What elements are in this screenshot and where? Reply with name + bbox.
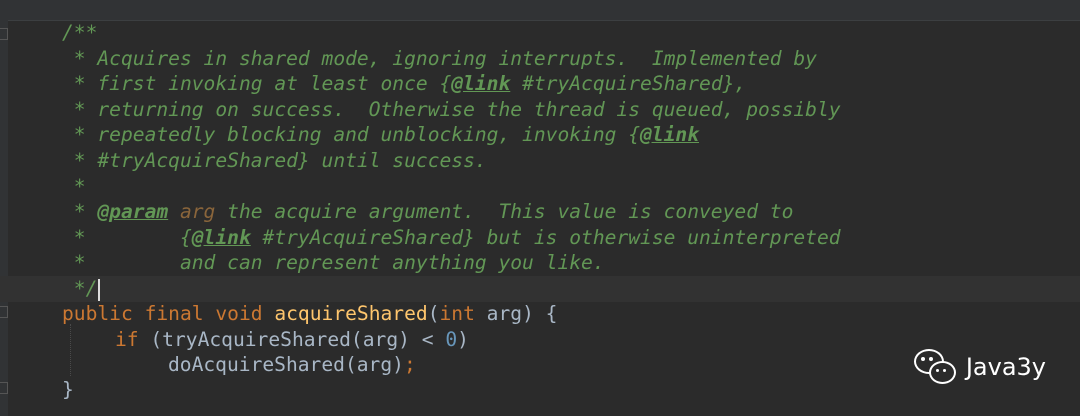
code-text: arg) { [474,302,558,325]
code-text: (tryAcquireShared(arg) < [138,328,446,351]
javadoc-tag: @link [191,226,251,249]
doc-text: * Acquires in shared mode, ignoring inte… [62,47,817,70]
keyword: final [144,302,204,325]
doc-text: * and can represent anything you like. [62,251,605,274]
code-text: ) [457,328,469,351]
doc-text: /** [62,21,98,44]
method-name: acquireShared [274,302,428,325]
code-text: ( [427,302,440,325]
semicolon: ; [403,353,416,376]
code-line: * repeatedly blocking and unblocking, in… [62,122,699,148]
code-line: /** [62,20,97,46]
keyword: int [439,302,475,325]
doc-text: */ [62,277,98,300]
doc-text: * [62,175,86,198]
code-text: } [62,378,74,401]
doc-text: * { [62,226,192,249]
code-line: * [62,174,86,200]
code-line: * {@link #tryAcquireShared} but is other… [62,225,841,251]
javadoc-tag: @link [451,72,511,95]
keyword: if [115,328,139,351]
fold-marker-icon[interactable] [0,382,8,394]
code-line: * #tryAcquireShared} until success. [62,148,487,174]
code-line: public final void acquireShared(int arg)… [62,301,557,327]
doc-text: #tryAcquireShared}, [510,72,747,95]
watermark: Java3y [913,347,1046,387]
code-line: if (tryAcquireShared(arg) < 0) [115,327,469,353]
fold-marker-icon[interactable] [0,28,8,40]
code-line: } [62,377,74,403]
doc-text: #tryAcquireShared} but is otherwise unin… [250,226,841,249]
keyword: public [62,302,133,325]
javadoc-tag: @param [97,200,169,223]
doc-text: * [62,200,98,223]
javadoc-tag: @link [640,123,700,146]
code-line: doAcquireShared(arg); [168,352,416,378]
param-name: arg [168,200,216,223]
fold-marker-icon[interactable] [0,306,8,318]
text-caret [98,278,101,301]
code-line: * @param arg the acquire argument. This … [62,199,794,225]
code-text: doAcquireShared(arg) [168,353,404,376]
doc-text: the acquire argument. This value is conv… [215,200,794,223]
doc-text: * returning on success. Otherwise the th… [62,98,841,121]
number-literal: 0 [445,328,458,351]
code-line: * first invoking at least once {@link #t… [62,71,746,97]
code-line: * returning on success. Otherwise the th… [62,97,841,123]
watermark-text: Java3y [965,353,1046,381]
indent-guide [70,324,72,376]
doc-text: * repeatedly blocking and unblocking, in… [62,123,641,146]
doc-text: * first invoking at least once { [62,72,452,95]
keyword: void [215,302,263,325]
wechat-icon [913,347,958,387]
doc-text: * #tryAcquireShared} until success. [62,149,487,172]
code-line: * Acquires in shared mode, ignoring inte… [62,46,817,72]
code-line: * and can represent anything you like. [62,250,605,276]
current-line: */ [0,276,1080,302]
